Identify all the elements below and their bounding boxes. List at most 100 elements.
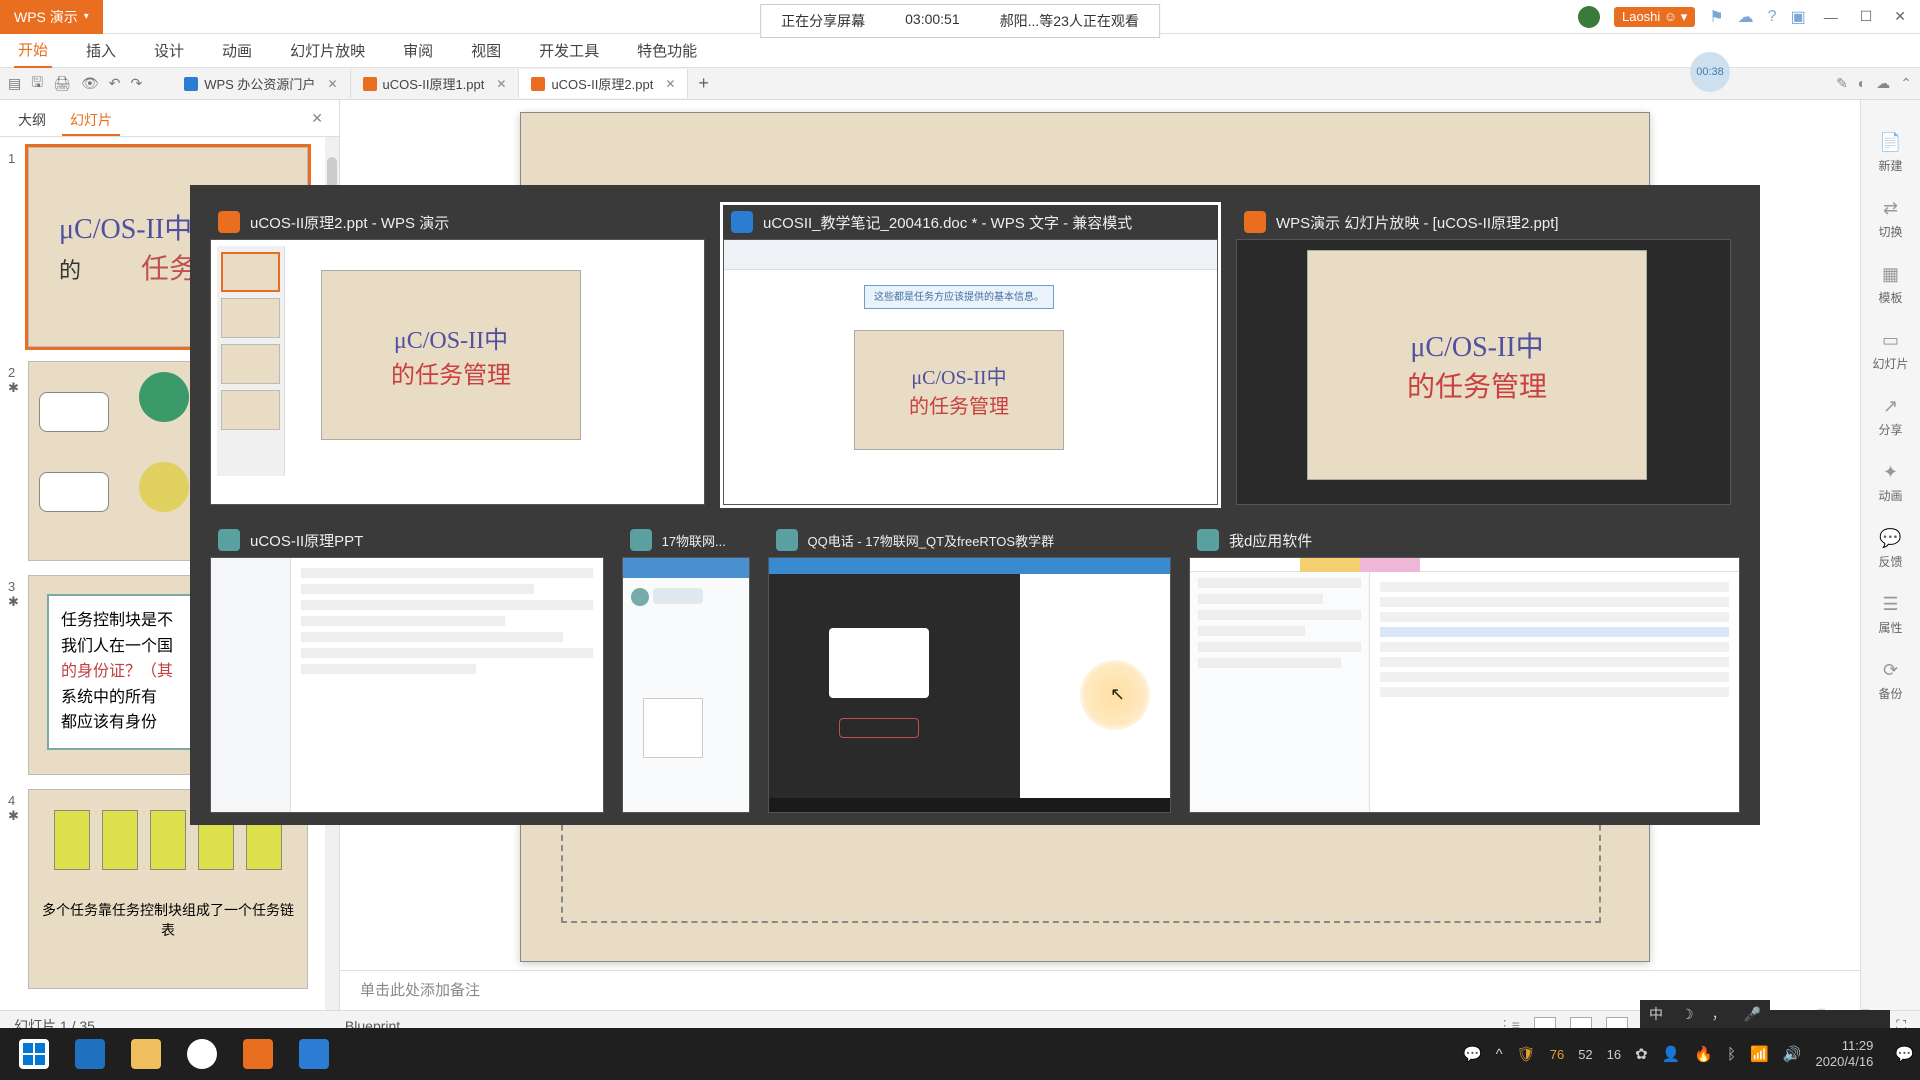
- ribbon-tab-design[interactable]: 设计: [150, 34, 188, 67]
- tray-num1: 76: [1550, 1047, 1564, 1062]
- collapse-icon[interactable]: ⌃: [1900, 75, 1912, 92]
- document-tabs: WPS 办公资源门户 ✕ uCOS-II原理1.ppt ✕ uCOS-II原理2…: [172, 69, 719, 98]
- tb-edge[interactable]: [62, 1032, 118, 1076]
- doc-tab-ppt2[interactable]: uCOS-II原理2.ppt ✕: [519, 69, 688, 98]
- tray-volume-icon[interactable]: 🔊: [1783, 1045, 1802, 1063]
- rs-props[interactable]: ☰属性: [1861, 582, 1920, 648]
- cloud-icon[interactable]: ☁: [1738, 7, 1754, 27]
- ribbon-tab-slideshow[interactable]: 幻灯片放映: [286, 34, 369, 67]
- qat-print-icon[interactable]: 🖨: [53, 75, 71, 92]
- taskbar-clock[interactable]: 11:29 2020/4/16: [1815, 1038, 1881, 1069]
- rs-switch[interactable]: ⇄切换: [1861, 186, 1920, 252]
- share-elapsed: 03:00:51: [905, 11, 960, 31]
- rs-anim[interactable]: ✦动画: [1861, 450, 1920, 516]
- theme-icon[interactable]: ◐: [1858, 75, 1866, 92]
- tray-flower-icon[interactable]: ✿: [1635, 1045, 1648, 1063]
- slide-icon: ▭: [1882, 330, 1899, 351]
- quick-access-row: ▤ 🖫 🖨 👁 ↶ ↷ WPS 办公资源门户 ✕ uCOS-II原理1.ppt …: [0, 68, 1920, 100]
- alttab-tile-doc[interactable]: uCOSII_教学笔记_200416.doc * - WPS 文字 - 兼容模式…: [723, 205, 1218, 505]
- alttab-tile-qqcall[interactable]: QQ电话 - 17物联网_QT及freeRTOS教学群: [768, 523, 1171, 813]
- ribbon-tab-feature[interactable]: 特色功能: [633, 34, 701, 67]
- alttab-tile-explorer1[interactable]: uCOS-II原理PPT: [210, 523, 604, 813]
- app-icon: [776, 529, 798, 551]
- minimize-button[interactable]: —: [1820, 9, 1842, 25]
- tray-person-icon[interactable]: 👤: [1662, 1045, 1681, 1063]
- close-button[interactable]: ✕: [1890, 8, 1910, 25]
- tray-bt-icon[interactable]: ᛒ: [1727, 1046, 1736, 1063]
- file-icon: [363, 77, 377, 91]
- close-icon[interactable]: ✕: [665, 77, 675, 91]
- help-icon[interactable]: ?: [1768, 8, 1777, 26]
- tb-qq[interactable]: [174, 1032, 230, 1076]
- preview: μC/OS-II中 的任务管理: [1236, 239, 1731, 505]
- window-icon[interactable]: ▣: [1791, 7, 1806, 27]
- tb-explorer[interactable]: [118, 1032, 174, 1076]
- alttab-tile-wps[interactable]: uCOS-II原理2.ppt - WPS 演示 μC/OS-II中 的任务管理: [210, 205, 705, 505]
- rs-backup[interactable]: ⟳备份: [1861, 648, 1920, 714]
- alttab-tile-explorer2[interactable]: 我d应用软件: [1189, 523, 1740, 813]
- skin-icon[interactable]: ✎: [1836, 75, 1848, 92]
- share-viewers: 郝阳...等23人正在观看: [1000, 11, 1139, 31]
- rs-template[interactable]: ▦模板: [1861, 252, 1920, 318]
- close-icon[interactable]: ✕: [496, 77, 506, 91]
- maximize-button[interactable]: ☐: [1856, 8, 1877, 25]
- preview: [1189, 557, 1740, 813]
- ribbon-tab-view[interactable]: 视图: [467, 34, 505, 67]
- tray-up-icon[interactable]: ^: [1496, 1046, 1503, 1063]
- slides-tab[interactable]: 幻灯片: [62, 106, 120, 136]
- feedback-icon: 💬: [1879, 528, 1901, 549]
- qat-right-icons: ✎ ◐ ☁ ⌃: [1836, 75, 1912, 92]
- doc-tab-ppt1[interactable]: uCOS-II原理1.ppt ✕: [351, 69, 520, 98]
- qat-preview-icon[interactable]: 👁: [81, 75, 99, 92]
- ime-comma-icon: ，: [1712, 1004, 1726, 1024]
- doc-tab-portal[interactable]: WPS 办公资源门户 ✕: [172, 69, 350, 98]
- file-icon: [184, 77, 198, 91]
- tray-shield-icon[interactable]: 🛡: [1517, 1045, 1536, 1063]
- panel-close-icon[interactable]: ✕: [303, 106, 331, 131]
- props-icon: ☰: [1882, 594, 1898, 615]
- tray-wifi-icon[interactable]: 📶: [1750, 1045, 1769, 1063]
- share-icon: ↗: [1883, 396, 1898, 417]
- tray-fire-icon[interactable]: 🔥: [1694, 1045, 1713, 1063]
- ribbon-tab-home[interactable]: 开始: [14, 33, 52, 68]
- preview: [768, 557, 1171, 813]
- qat-undo-icon[interactable]: ↶: [109, 75, 121, 92]
- alttab-tile-slideshow[interactable]: WPS演示 幻灯片放映 - [uCOS-II原理2.ppt] μC/OS-II中…: [1236, 205, 1731, 505]
- notes-area[interactable]: 单击此处添加备注: [340, 970, 1860, 1010]
- ribbon-tab-dev[interactable]: 开发工具: [535, 34, 603, 67]
- close-icon[interactable]: ✕: [327, 77, 337, 91]
- rs-new[interactable]: 📄新建: [1861, 120, 1920, 186]
- tb-wps-w[interactable]: [286, 1032, 342, 1076]
- ribbon-tab-anim[interactable]: 动画: [218, 34, 256, 67]
- qat-save-icon[interactable]: 🖫: [31, 72, 43, 96]
- rs-share[interactable]: ↗分享: [1861, 384, 1920, 450]
- preview: [622, 557, 750, 813]
- rs-feedback[interactable]: 💬反馈: [1861, 516, 1920, 582]
- record-timer[interactable]: 00:38: [1690, 52, 1730, 92]
- alttab-tile-chat[interactable]: 17物联网...: [622, 523, 750, 813]
- anim-icon: ✦: [1883, 462, 1898, 483]
- qat-menu-icon[interactable]: ▤: [8, 75, 21, 92]
- avatar[interactable]: [1578, 6, 1600, 28]
- ribbon-tab-review[interactable]: 审阅: [399, 34, 437, 67]
- ime-bar[interactable]: 中 ☽ ， 🎤: [1640, 1000, 1770, 1028]
- tray-notif-icon[interactable]: 💬: [1895, 1045, 1914, 1063]
- cloud2-icon[interactable]: ☁: [1876, 75, 1890, 92]
- share-status: 正在分享屏幕: [781, 11, 865, 31]
- tb-wps-p[interactable]: [230, 1032, 286, 1076]
- qat-redo-icon[interactable]: ↷: [130, 75, 142, 92]
- user-name-badge[interactable]: Laoshi ☺ ▾: [1614, 7, 1695, 27]
- add-tab-button[interactable]: +: [688, 73, 719, 94]
- app-icon: [218, 529, 240, 551]
- tray-chat-icon[interactable]: 💬: [1463, 1045, 1482, 1063]
- ribbon-tab-insert[interactable]: 插入: [82, 34, 120, 67]
- switch-icon: ⇄: [1883, 198, 1898, 219]
- rs-slide[interactable]: ▭幻灯片: [1861, 318, 1920, 384]
- app-badge[interactable]: WPS 演示 ▾: [0, 0, 103, 34]
- gift-icon[interactable]: ⚑: [1709, 7, 1723, 27]
- app-icon: [1244, 211, 1266, 233]
- start-button[interactable]: [6, 1032, 62, 1076]
- tray-num3: 16: [1607, 1047, 1621, 1062]
- outline-tab[interactable]: 大纲: [10, 106, 54, 136]
- file-icon: [531, 77, 545, 91]
